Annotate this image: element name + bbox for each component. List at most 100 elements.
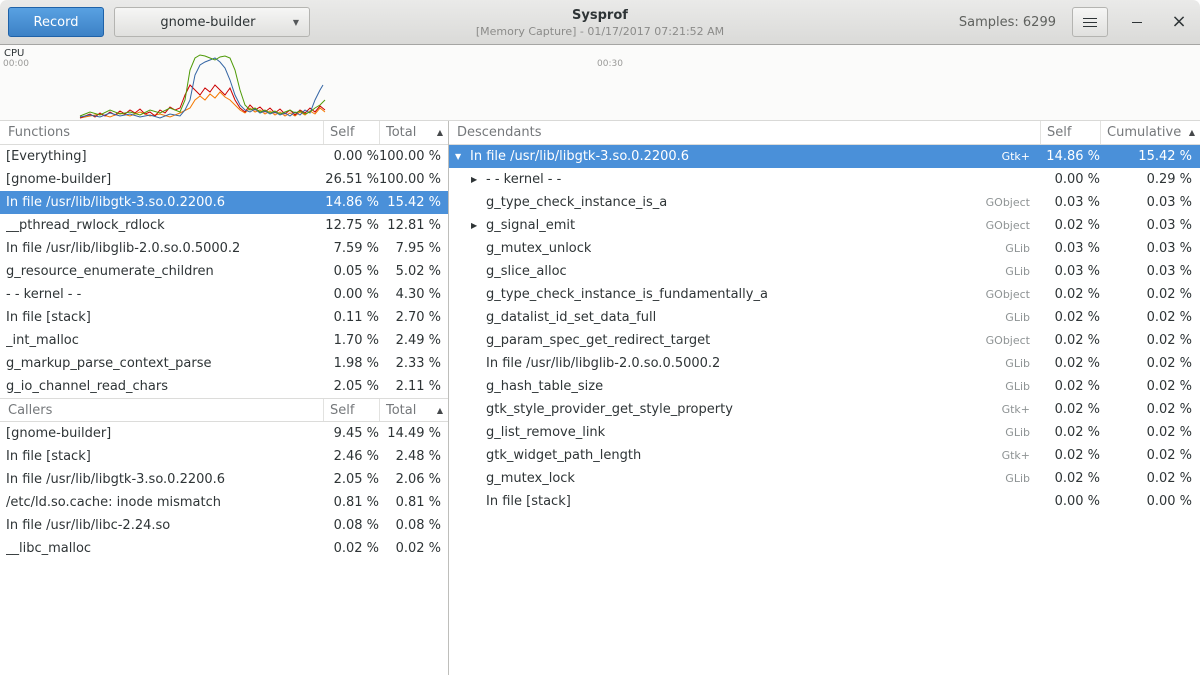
table-row[interactable]: In file /usr/lib/libgtk-3.so.0.2200.6 2.…: [0, 468, 448, 491]
self-percent: 0.03 %: [1040, 241, 1100, 256]
chevron-down-icon: ▼: [293, 18, 299, 27]
table-row[interactable]: [gnome-builder] 9.45 % 14.49 %: [0, 422, 448, 445]
tree-row[interactable]: g_slice_alloc GLib 0.03 % 0.03 %: [449, 260, 1200, 283]
self-percent: 0.02 %: [1040, 333, 1100, 348]
table-row[interactable]: In file [stack] 0.11 % 2.70 %: [0, 306, 448, 329]
table-row[interactable]: g_markup_parse_context_parse 1.98 % 2.33…: [0, 352, 448, 375]
function-name: In file [stack]: [6, 310, 323, 325]
left-pane: Functions Self Total ▲ [Everything] 0.00…: [0, 121, 449, 675]
function-name: In file [stack]: [486, 494, 571, 509]
library-badge: GObject: [986, 334, 1040, 347]
self-percent: 0.05 %: [323, 264, 379, 279]
function-name: g_io_channel_read_chars: [6, 379, 323, 394]
tree-row[interactable]: g_type_check_instance_is_a GObject 0.03 …: [449, 191, 1200, 214]
record-button[interactable]: Record: [8, 7, 104, 37]
table-row[interactable]: g_resource_enumerate_children 0.05 % 5.0…: [0, 260, 448, 283]
minimize-button[interactable]: [1124, 9, 1150, 35]
table-row[interactable]: In file /usr/lib/libgtk-3.so.0.2200.6 14…: [0, 191, 448, 214]
table-row[interactable]: /etc/ld.so.cache: inode mismatch 0.81 % …: [0, 491, 448, 514]
self-percent: 0.00 %: [323, 149, 379, 164]
menu-button[interactable]: [1072, 7, 1108, 37]
library-badge: GLib: [1005, 311, 1040, 324]
function-name: In file /usr/lib/libgtk-3.so.0.2200.6: [6, 195, 323, 210]
tree-row[interactable]: gtk_widget_path_length Gtk+ 0.02 % 0.02 …: [449, 444, 1200, 467]
table-row[interactable]: - - kernel - - 0.00 % 4.30 %: [0, 283, 448, 306]
tree-row[interactable]: g_datalist_id_set_data_full GLib 0.02 % …: [449, 306, 1200, 329]
tree-row[interactable]: ▶ g_signal_emit GObject 0.02 % 0.03 %: [449, 214, 1200, 237]
callers-column-header[interactable]: Callers: [0, 399, 323, 421]
cumulative-percent: 0.02 %: [1100, 333, 1200, 348]
descendants-column-header[interactable]: Descendants: [449, 121, 1040, 144]
functions-header-row: Functions Self Total ▲: [0, 121, 448, 145]
function-name: gtk_style_provider_get_style_property: [486, 402, 733, 417]
table-row[interactable]: g_io_channel_read_chars 2.05 % 2.11 %: [0, 375, 448, 398]
tree-row[interactable]: ▼ In file /usr/lib/libgtk-3.so.0.2200.6 …: [449, 145, 1200, 168]
cpu-graph-canvas: [0, 45, 1200, 120]
cumulative-percent: 0.02 %: [1100, 425, 1200, 440]
function-name: In file /usr/lib/libglib-2.0.so.0.5000.2: [486, 356, 720, 371]
process-selector-dropdown[interactable]: gnome-builder ▼: [114, 7, 310, 37]
functions-table: [Everything] 0.00 % 100.00 % [gnome-buil…: [0, 145, 448, 398]
library-badge: Gtk+: [1002, 449, 1040, 462]
table-row[interactable]: In file [stack] 2.46 % 2.48 %: [0, 445, 448, 468]
record-button-label: Record: [34, 15, 79, 30]
cpu-usage-graph[interactable]: CPU 00:00 00:30: [0, 45, 1200, 120]
tree-row[interactable]: g_mutex_unlock GLib 0.03 % 0.03 %: [449, 237, 1200, 260]
cumulative-percent: 0.02 %: [1100, 379, 1200, 394]
tree-row[interactable]: ▶ - - kernel - - 0.00 % 0.29 %: [449, 168, 1200, 191]
total-percent: 2.48 %: [379, 449, 448, 464]
header-right-controls: Samples: 6299 ×: [959, 7, 1192, 37]
main-content: Functions Self Total ▲ [Everything] 0.00…: [0, 120, 1200, 675]
tree-row[interactable]: g_type_check_instance_is_fundamentally_a…: [449, 283, 1200, 306]
self-percent: 2.05 %: [323, 472, 379, 487]
descendants-cumulative-column-header[interactable]: Cumulative ▲: [1100, 121, 1200, 144]
table-row[interactable]: In file /usr/lib/libc-2.24.so 0.08 % 0.0…: [0, 514, 448, 537]
expander-icon[interactable]: ▶: [471, 221, 486, 230]
descendants-self-column-header[interactable]: Self: [1040, 121, 1100, 144]
function-name: [gnome-builder]: [6, 426, 323, 441]
callers-self-column-header[interactable]: Self: [323, 399, 379, 421]
total-percent: 0.02 %: [379, 541, 448, 556]
expander-icon[interactable]: ▶: [471, 175, 486, 184]
total-percent: 4.30 %: [379, 287, 448, 302]
self-percent: 0.02 %: [1040, 310, 1100, 325]
table-row[interactable]: __libc_malloc 0.02 % 0.02 %: [0, 537, 448, 560]
self-percent: 0.02 %: [1040, 448, 1100, 463]
tree-row[interactable]: g_param_spec_get_redirect_target GObject…: [449, 329, 1200, 352]
table-row[interactable]: _int_malloc 1.70 % 2.49 %: [0, 329, 448, 352]
expander-icon[interactable]: ▼: [455, 152, 470, 161]
functions-self-column-header[interactable]: Self: [323, 121, 379, 144]
callers-total-column-header[interactable]: Total ▲: [379, 399, 448, 421]
total-percent: 2.11 %: [379, 379, 448, 394]
self-percent: 9.45 %: [323, 426, 379, 441]
tree-row[interactable]: g_mutex_lock GLib 0.02 % 0.02 %: [449, 467, 1200, 490]
table-row[interactable]: In file /usr/lib/libglib-2.0.so.0.5000.2…: [0, 237, 448, 260]
function-name: g_slice_alloc: [486, 264, 567, 279]
self-percent: 0.03 %: [1040, 195, 1100, 210]
functions-total-column-header[interactable]: Total ▲: [379, 121, 448, 144]
table-row[interactable]: [gnome-builder] 26.51 % 100.00 %: [0, 168, 448, 191]
total-percent: 100.00 %: [379, 172, 448, 187]
library-badge: GObject: [986, 288, 1040, 301]
library-badge: GLib: [1005, 472, 1040, 485]
tree-row[interactable]: In file /usr/lib/libglib-2.0.so.0.5000.2…: [449, 352, 1200, 375]
library-badge: GLib: [1005, 380, 1040, 393]
tree-row[interactable]: g_hash_table_size GLib 0.02 % 0.02 %: [449, 375, 1200, 398]
self-percent: 0.02 %: [1040, 218, 1100, 233]
right-pane: Descendants Self Cumulative ▲ ▼ In file …: [449, 121, 1200, 675]
self-percent: 1.98 %: [323, 356, 379, 371]
cumulative-percent: 0.03 %: [1100, 218, 1200, 233]
close-button[interactable]: ×: [1166, 9, 1192, 35]
total-percent: 7.95 %: [379, 241, 448, 256]
tree-row[interactable]: g_list_remove_link GLib 0.02 % 0.02 %: [449, 421, 1200, 444]
cumulative-percent: 0.03 %: [1100, 241, 1200, 256]
tree-row[interactable]: gtk_style_provider_get_style_property Gt…: [449, 398, 1200, 421]
table-row[interactable]: __pthread_rwlock_rdlock 12.75 % 12.81 %: [0, 214, 448, 237]
tree-row[interactable]: In file [stack] 0.00 % 0.00 %: [449, 490, 1200, 513]
total-percent: 0.81 %: [379, 495, 448, 510]
time-tick-start: 00:00: [3, 59, 29, 69]
function-name: g_mutex_unlock: [486, 241, 591, 256]
table-row[interactable]: [Everything] 0.00 % 100.00 %: [0, 145, 448, 168]
self-percent: 0.02 %: [1040, 402, 1100, 417]
functions-column-header[interactable]: Functions: [0, 121, 323, 144]
